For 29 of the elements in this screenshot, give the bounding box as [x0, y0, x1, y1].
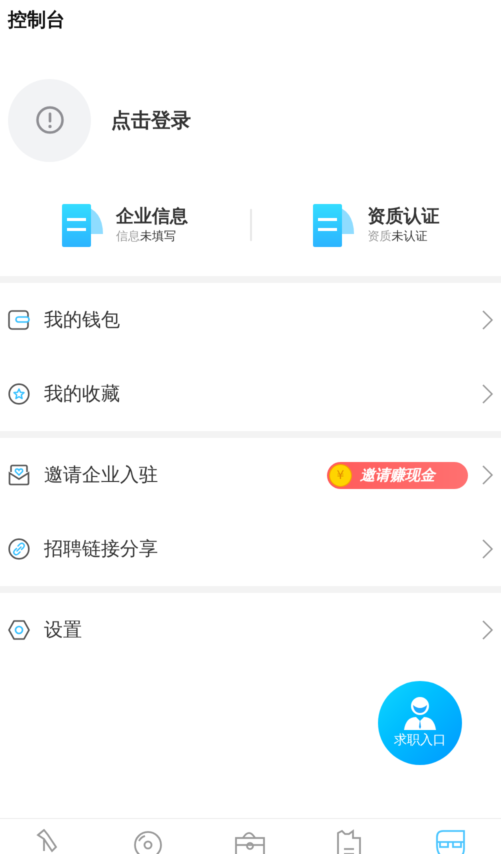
chevron-right-icon	[482, 539, 493, 559]
link-icon	[8, 538, 30, 560]
card-title: 企业信息	[116, 206, 188, 228]
toolbox-icon	[234, 829, 266, 854]
envelope-heart-icon	[8, 464, 30, 486]
info-card[interactable]: 企业信息 信息未填写	[0, 204, 250, 246]
person-icon	[402, 696, 438, 730]
info-card[interactable]: 资质认证 资质未认证	[252, 204, 501, 246]
menu-item[interactable]: 招聘链接分享	[0, 512, 501, 586]
card-status: 资质未认证	[367, 228, 428, 244]
document-icon	[313, 204, 356, 246]
page-title: 控制台	[6, 8, 66, 33]
menu-item[interactable]: 我的钱包	[0, 283, 501, 357]
settings-icon	[8, 620, 30, 640]
card-status: 信息未填写	[116, 228, 177, 244]
coin-icon: ¥	[329, 464, 352, 486]
chevron-right-icon	[482, 384, 493, 404]
login-link[interactable]: 点击登录	[111, 105, 191, 135]
document-icon	[62, 204, 104, 246]
glasses-icon	[434, 829, 467, 854]
alert-icon	[34, 105, 64, 135]
chevron-right-icon	[482, 310, 493, 330]
wallet-icon	[8, 310, 30, 330]
chevron-right-icon	[482, 620, 493, 640]
menu-item[interactable]: 我的收藏	[0, 357, 501, 431]
menu-item[interactable]: 邀请企业入驻 ¥ 邀请赚现金	[0, 438, 501, 512]
chevron-right-icon	[482, 465, 493, 485]
card-title: 资质认证	[367, 206, 440, 228]
menu-item[interactable]: 设置	[0, 593, 501, 667]
